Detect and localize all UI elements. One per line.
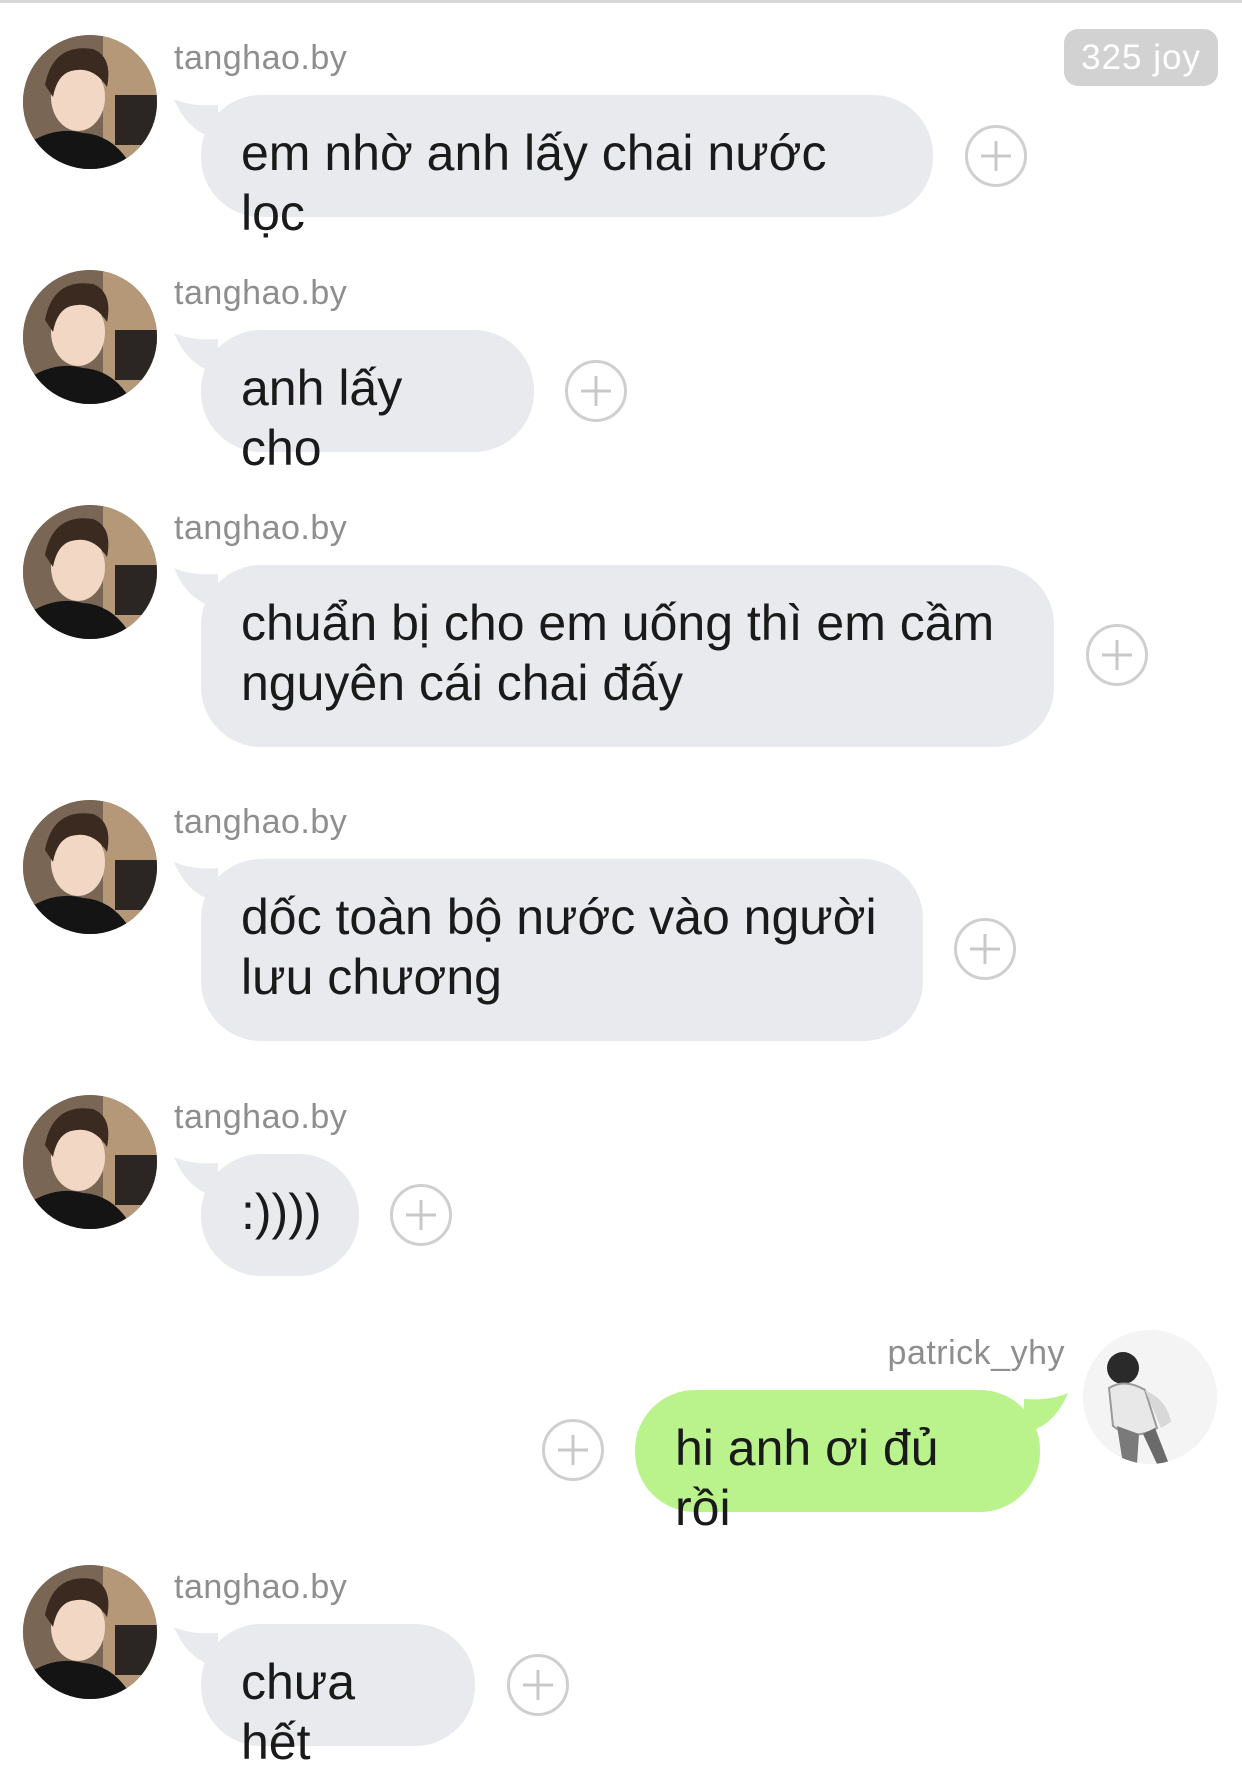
sender-avatar[interactable] — [1083, 1330, 1217, 1464]
message-bubble[interactable]: anh lấy cho — [201, 330, 534, 476]
top-divider — [0, 0, 1242, 3]
sender-avatar[interactable] — [23, 270, 157, 404]
sender-name: tanghao.by — [174, 803, 348, 841]
plus-circle-icon[interactable] — [1086, 624, 1148, 686]
plus-circle-icon[interactable] — [542, 1419, 604, 1481]
message-bubble[interactable]: chưa hết — [201, 1624, 475, 1770]
message-bubble[interactable]: :)))) — [201, 1154, 359, 1276]
message-bubble[interactable]: chuẩn bị cho em uống thì em cầm nguyên c… — [201, 565, 1054, 747]
sender-avatar[interactable] — [23, 35, 157, 169]
sender-name: tanghao.by — [174, 274, 348, 312]
message-bubble[interactable]: hi anh ơi đủ rồi — [635, 1390, 1040, 1536]
sender-name: tanghao.by — [174, 509, 348, 547]
plus-circle-icon[interactable] — [565, 360, 627, 422]
message-bubble[interactable]: dốc toàn bộ nước vào người lưu chương — [201, 859, 923, 1041]
sender-name: tanghao.by — [174, 39, 348, 77]
sender-avatar[interactable] — [23, 800, 157, 934]
plus-circle-icon[interactable] — [390, 1184, 452, 1246]
sender-avatar[interactable] — [23, 1565, 157, 1699]
sender-avatar[interactable] — [23, 1095, 157, 1229]
sender-name: tanghao.by — [174, 1098, 348, 1136]
sender-avatar[interactable] — [23, 505, 157, 639]
plus-circle-icon[interactable] — [507, 1654, 569, 1716]
plus-circle-icon[interactable] — [965, 125, 1027, 187]
plus-circle-icon[interactable] — [954, 918, 1016, 980]
message-bubble[interactable]: em nhờ anh lấy chai nước lọc — [201, 95, 933, 241]
joy-count-badge: 325 joy — [1064, 29, 1218, 86]
sender-name: patrick_yhy — [887, 1334, 1065, 1372]
sender-name: tanghao.by — [174, 1568, 348, 1606]
